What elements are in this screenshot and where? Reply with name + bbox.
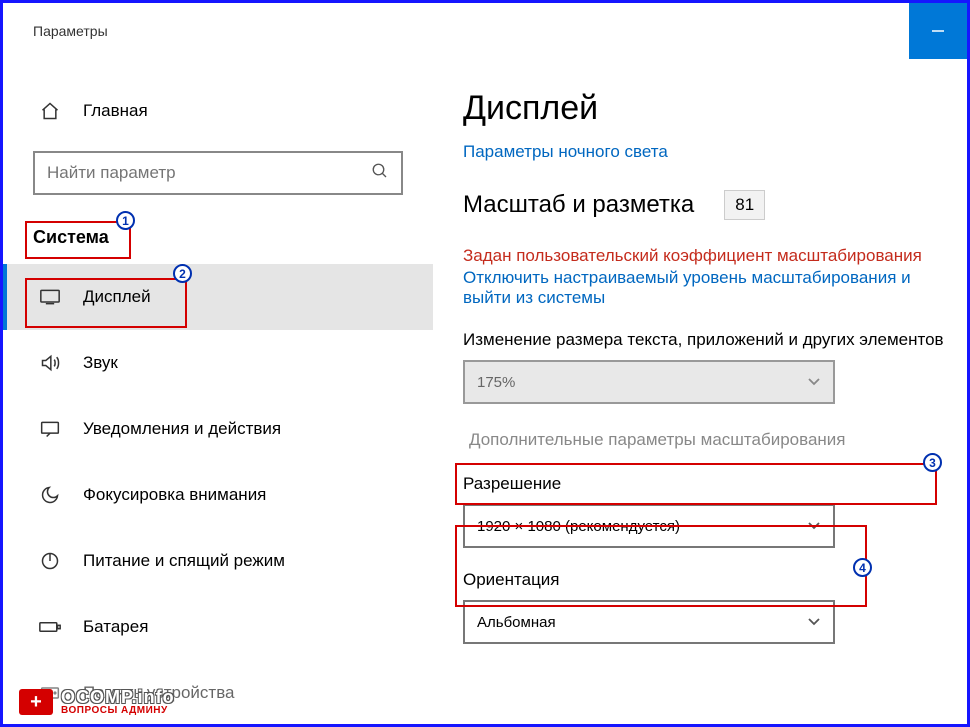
sidebar-item-label: Дисплей (83, 287, 151, 307)
chevron-down-icon (807, 518, 821, 535)
watermark-sub: ВОПРОСЫ АДМИНУ (61, 706, 175, 716)
chevron-down-icon (807, 374, 821, 391)
sidebar-item-label: Фокусировка внимания (83, 485, 266, 505)
annotation-badge-3: 3 (923, 453, 942, 472)
sidebar-section-title: Система (33, 227, 109, 248)
home-icon (39, 101, 61, 121)
watermark-icon: + (19, 689, 53, 715)
power-icon (39, 551, 61, 571)
annotation-badge-1: 1 (116, 211, 135, 230)
search-input[interactable] (33, 151, 403, 195)
sidebar-item-label: Звук (83, 353, 118, 373)
sidebar-item-focus[interactable]: Фокусировка внимания (3, 462, 433, 528)
scale-select-value: 175% (477, 374, 515, 391)
display-icon (39, 289, 61, 305)
sidebar-item-display[interactable]: Дисплей (3, 264, 433, 330)
sound-icon (39, 353, 61, 373)
advanced-scaling-link[interactable]: Дополнительные параметры масштабирования (463, 418, 957, 462)
resolution-label: Разрешение (463, 474, 957, 494)
content-pane: Дисплей Параметры ночного света Масштаб … (433, 59, 967, 724)
chevron-down-icon (807, 614, 821, 631)
notifications-icon (39, 420, 61, 438)
orientation-select-value: Альбомная (477, 614, 556, 631)
orientation-select[interactable]: Альбомная (463, 600, 835, 644)
minimize-button[interactable] (909, 3, 967, 59)
search-icon (371, 162, 389, 184)
page-title: Дисплей (463, 89, 957, 128)
sidebar-item-sound[interactable]: Звук (3, 330, 433, 396)
orientation-label: Ориентация (463, 570, 957, 590)
annotation-badge-4: 4 (853, 558, 872, 577)
annotation-badge-2: 2 (173, 264, 192, 283)
sidebar-item-power[interactable]: Питание и спящий режим (3, 528, 433, 594)
custom-scale-warning: Задан пользовательский коэффициент масшт… (463, 246, 957, 266)
battery-icon (39, 620, 61, 634)
sidebar-home-label: Главная (83, 101, 148, 121)
sidebar-item-label: Батарея (83, 617, 148, 637)
scale-label: Изменение размера текста, приложений и д… (463, 330, 957, 350)
window-title: Параметры (33, 23, 108, 39)
signout-link[interactable]: Отключить настраиваемый уровень масштаби… (463, 268, 933, 308)
settings-window: Параметры Главная Система (0, 0, 970, 727)
sidebar-item-label: Питание и спящий режим (83, 551, 285, 571)
titlebar: Параметры (3, 3, 967, 59)
sidebar-nav: Дисплей Звук Уведомления и действия (3, 264, 433, 726)
night-light-link[interactable]: Параметры ночного света (463, 142, 957, 162)
watermark-main: OCOMP.info (61, 688, 175, 706)
sidebar-item-battery[interactable]: Батарея (3, 594, 433, 660)
minimize-icon (931, 24, 945, 38)
sidebar-home[interactable]: Главная (3, 89, 433, 133)
scale-heading: Масштаб и разметка (463, 191, 694, 219)
sidebar: Главная Система Дисплей (3, 59, 433, 724)
sidebar-item-notifications[interactable]: Уведомления и действия (3, 396, 433, 462)
search-field[interactable] (47, 163, 371, 183)
custom-scale-value[interactable]: 81 (724, 190, 765, 220)
resolution-select[interactable]: 1920 × 1080 (рекомендуется) (463, 504, 835, 548)
resolution-select-value: 1920 × 1080 (рекомендуется) (477, 518, 680, 535)
scale-select[interactable]: 175% (463, 360, 835, 404)
sidebar-item-label: Уведомления и действия (83, 419, 281, 439)
focus-icon (39, 485, 61, 505)
watermark: + OCOMP.info ВОПРОСЫ АДМИНУ (19, 688, 175, 716)
